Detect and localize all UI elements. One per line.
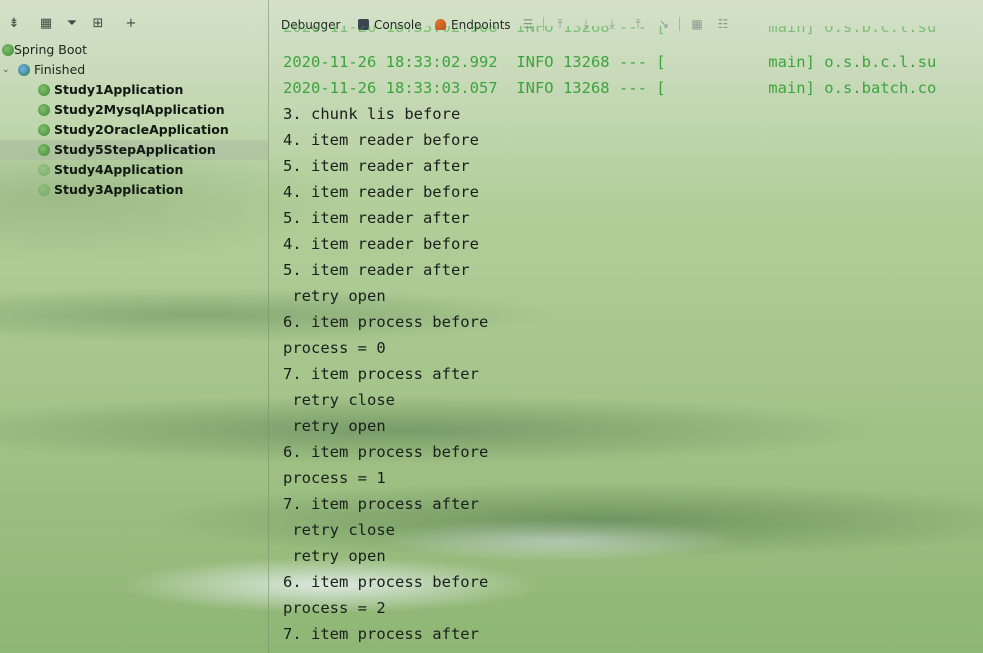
app-label: Study1Application: [54, 82, 184, 97]
spring-boot-icon: [38, 84, 50, 96]
tree-node-spring-boot[interactable]: Spring Boot: [0, 40, 268, 60]
console-line: 7. item process after: [283, 625, 479, 643]
console-line: 6. item process before: [283, 313, 489, 331]
console-line: 6. item process before: [283, 443, 489, 461]
add-configuration-icon[interactable]: +: [122, 14, 140, 34]
spring-boot-icon: [2, 44, 14, 56]
run-configuration-tree: Spring Boot ⌄ Finished Study1Application…: [0, 40, 268, 200]
new-dashboard-icon[interactable]: ⊞: [89, 14, 107, 34]
group-by-icon[interactable]: ▦: [37, 14, 55, 34]
console-line: 4. item reader before: [283, 183, 479, 201]
console-line: retry open: [283, 287, 386, 305]
tree-node-app[interactable]: Study2MysqlApplication: [0, 100, 268, 120]
run-dashboard-toolbar: ⇟ ▦ ⏷ ⊞ +: [0, 14, 268, 36]
tree-node-finished[interactable]: ⌄ Finished: [0, 60, 268, 80]
spring-boot-icon: [38, 144, 50, 156]
collapse-all-icon[interactable]: ⇟: [5, 14, 23, 34]
spring-boot-icon: [38, 124, 50, 136]
console-log-line: 2020-11-26 18:33:02.992 INFO 13268 --- […: [283, 53, 937, 71]
app-label: Study3Application: [54, 182, 184, 197]
console-line: 7. item process after: [283, 495, 479, 513]
console-line: process = 1: [283, 469, 386, 487]
spring-boot-icon: [38, 164, 50, 176]
app-label: Study2OracleApplication: [54, 122, 229, 137]
filter-icon[interactable]: ⏷: [63, 14, 81, 34]
console-line: retry close: [283, 521, 395, 539]
spring-boot-icon: [38, 104, 50, 116]
console-line: retry open: [283, 547, 386, 565]
spring-boot-icon: [38, 184, 50, 196]
console-line: 5. item reader after: [283, 261, 470, 279]
tree-node-app[interactable]: Study4Application: [0, 160, 268, 180]
console-line: 3. chunk lis before: [283, 105, 461, 123]
tree-node-label: Finished: [34, 62, 86, 77]
tree-node-app[interactable]: Study1Application: [0, 80, 268, 100]
console-output[interactable]: 2020-11-26 18:33:02.968 INFO 13268 --- […: [283, 26, 983, 653]
run-dashboard-panel: ⇟ ▦ ⏷ ⊞ + Spring Boot ⌄ Finished Study1A…: [0, 0, 269, 653]
chevron-down-icon[interactable]: ⌄: [2, 60, 10, 80]
tree-node-app[interactable]: Study2OracleApplication: [0, 120, 268, 140]
app-label: Study5StepApplication: [54, 142, 216, 157]
console-line: process = 0: [283, 339, 386, 357]
tree-node-app-selected[interactable]: Study5StepApplication: [0, 140, 268, 160]
console-line: 4. item reader before: [283, 131, 479, 149]
tree-node-label: Spring Boot: [14, 42, 88, 57]
console-line: retry open: [283, 417, 386, 435]
tree-node-app[interactable]: Study3Application: [0, 180, 268, 200]
console-line: 6. item process before: [283, 573, 489, 591]
console-line: process = 2: [283, 599, 386, 617]
console-line: 5. item reader after: [283, 209, 470, 227]
console-line: 5. item reader after: [283, 157, 470, 175]
app-label: Study2MysqlApplication: [54, 102, 225, 117]
app-label: Study4Application: [54, 162, 184, 177]
console-line: 4. item reader before: [283, 235, 479, 253]
console-line: retry close: [283, 391, 395, 409]
console-log-line-partial: 2020-11-26 18:33:02.968 INFO 13268 --- […: [283, 26, 937, 36]
finished-group-icon: [18, 64, 30, 76]
console-log-line: 2020-11-26 18:33:03.057 INFO 13268 --- […: [283, 79, 937, 97]
console-line: 7. item process after: [283, 365, 479, 383]
